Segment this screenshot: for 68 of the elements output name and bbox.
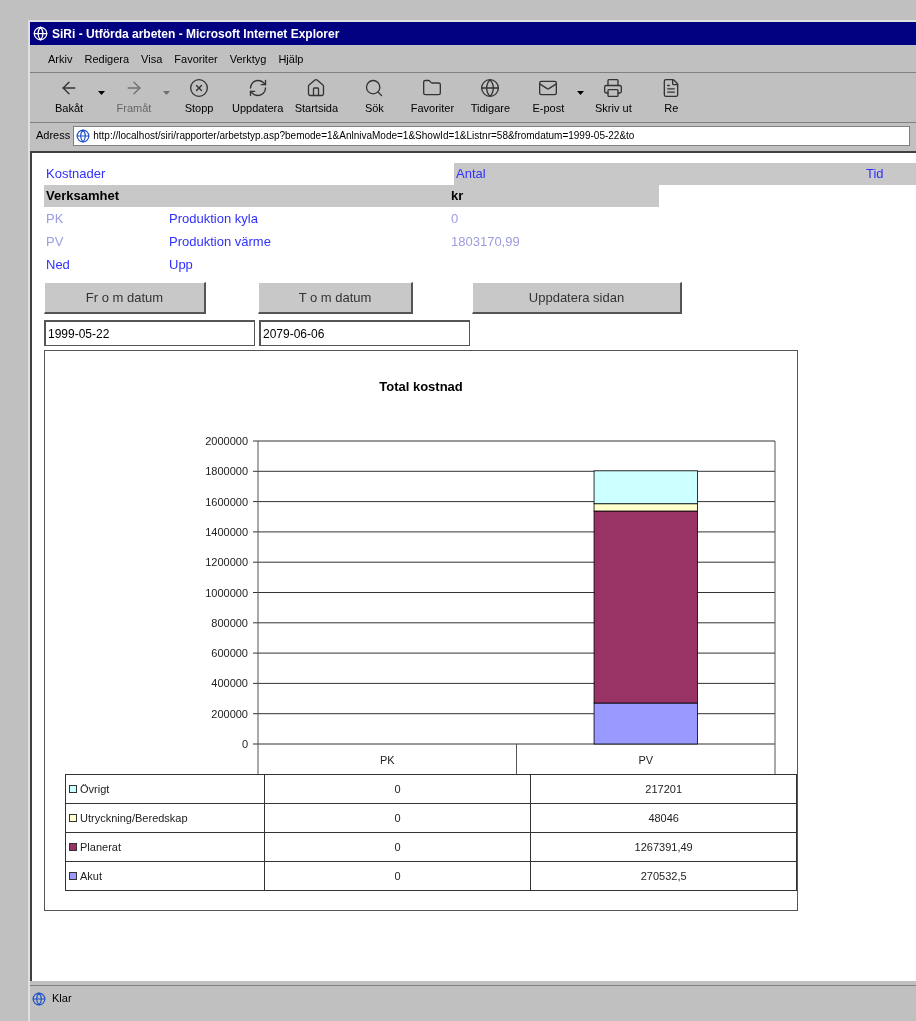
menu-item[interactable]: Redigera: [80, 51, 134, 68]
dropdown-arrow-icon[interactable]: [577, 90, 585, 95]
toolbar-button[interactable]: Re: [642, 78, 701, 117]
table-cell-text: PK: [46, 209, 65, 228]
toolbar-button[interactable]: Uppdatera: [228, 78, 288, 117]
activity-link[interactable]: Produktion kyla: [169, 208, 451, 229]
category-label: PV: [638, 754, 654, 766]
menu-item[interactable]: Visa: [137, 51, 167, 68]
y-axis-label: 2000000: [205, 435, 248, 447]
table-cell: 0: [394, 869, 401, 882]
y-axis-label: 1000000: [205, 586, 248, 599]
browser-icon: [33, 26, 48, 41]
legend-label: Utryckning/Beredskap: [80, 810, 188, 826]
table-cell: 0: [394, 811, 401, 824]
page-icon: [76, 128, 91, 143]
tab[interactable]: Antal: [454, 163, 864, 185]
menu-item[interactable]: Verktyg: [225, 51, 271, 68]
table-cell-text: PV: [46, 232, 65, 251]
table-cell: 217201: [645, 782, 683, 795]
sort-link[interactable]: Upp: [169, 255, 292, 275]
table-cell: 270532,5: [640, 869, 687, 882]
y-axis-label: 600000: [211, 647, 248, 660]
form-button[interactable]: T o m datum: [258, 282, 413, 314]
address-field[interactable]: http://localhost/siri/rapporter/arbetstyp.asp?bemode=1&AnlnivaMode=1&ShowId=1&Listnr=58&fromdatum=1999-05-22&to: [73, 125, 910, 146]
activity-link[interactable]: Produktion värme: [169, 231, 451, 252]
date-field[interactable]: 1999-05-22: [44, 320, 255, 346]
table-cell: 48046: [648, 811, 679, 824]
toolbar-button[interactable]: Favoriter: [403, 78, 462, 117]
column-header: kr: [451, 187, 464, 206]
window-title: SiRi - Utförda arbeten - Microsoft Internet Explorer: [52, 25, 340, 43]
chart-title: Total kostnad: [379, 379, 463, 394]
toolbar-button[interactable]: Bakåt: [40, 78, 98, 117]
page-icon: [32, 991, 46, 1006]
y-axis-label: 1600000: [205, 495, 248, 508]
form-button[interactable]: Uppdatera sidan: [472, 282, 682, 314]
y-axis-label: 0: [241, 738, 248, 750]
y-axis-label: 1400000: [205, 525, 248, 538]
toolbar-button[interactable]: E-post: [519, 78, 578, 117]
date-field[interactable]: 2079-06-06: [259, 320, 470, 346]
toolbar-button[interactable]: Skriv ut: [584, 78, 643, 117]
column-header: Verksamhet: [46, 187, 120, 206]
y-axis-label: 800000: [211, 616, 248, 629]
toolbar-button[interactable]: Tidigare: [461, 78, 520, 117]
category-label: PK: [379, 754, 395, 766]
legend-label: Planerat: [80, 839, 121, 855]
legend-label: Övrigt: [80, 781, 110, 797]
y-axis-label: 200000: [211, 707, 248, 720]
menu-item[interactable]: Hjälp: [274, 51, 308, 68]
toolbar-button[interactable]: Sök: [345, 78, 404, 117]
table-cell-text: 0: [451, 209, 459, 228]
form-button[interactable]: Fr o m datum: [44, 282, 206, 314]
y-axis-label: 1200000: [205, 556, 248, 569]
sort-link[interactable]: Ned: [46, 255, 169, 275]
table-cell: 0: [394, 840, 401, 853]
y-axis-label: 1800000: [205, 465, 248, 478]
menu-item[interactable]: Arkiv: [44, 51, 77, 68]
table-cell: 1267391,49: [634, 840, 693, 853]
address-label: Adress: [36, 128, 71, 144]
toolbar-button[interactable]: Startsida: [287, 78, 346, 117]
menu-item[interactable]: Favoriter: [170, 51, 222, 68]
table-cell-text: 1803170,99: [451, 232, 520, 251]
y-axis-label: 400000: [211, 677, 248, 690]
table-cell: 0: [394, 782, 401, 795]
toolbar-button[interactable]: Stopp: [170, 78, 228, 117]
status-text: Klar: [52, 991, 72, 1007]
legend-label: Akut: [80, 868, 102, 884]
dropdown-arrow-icon[interactable]: [98, 90, 105, 95]
tab[interactable]: Tid: [864, 163, 916, 185]
